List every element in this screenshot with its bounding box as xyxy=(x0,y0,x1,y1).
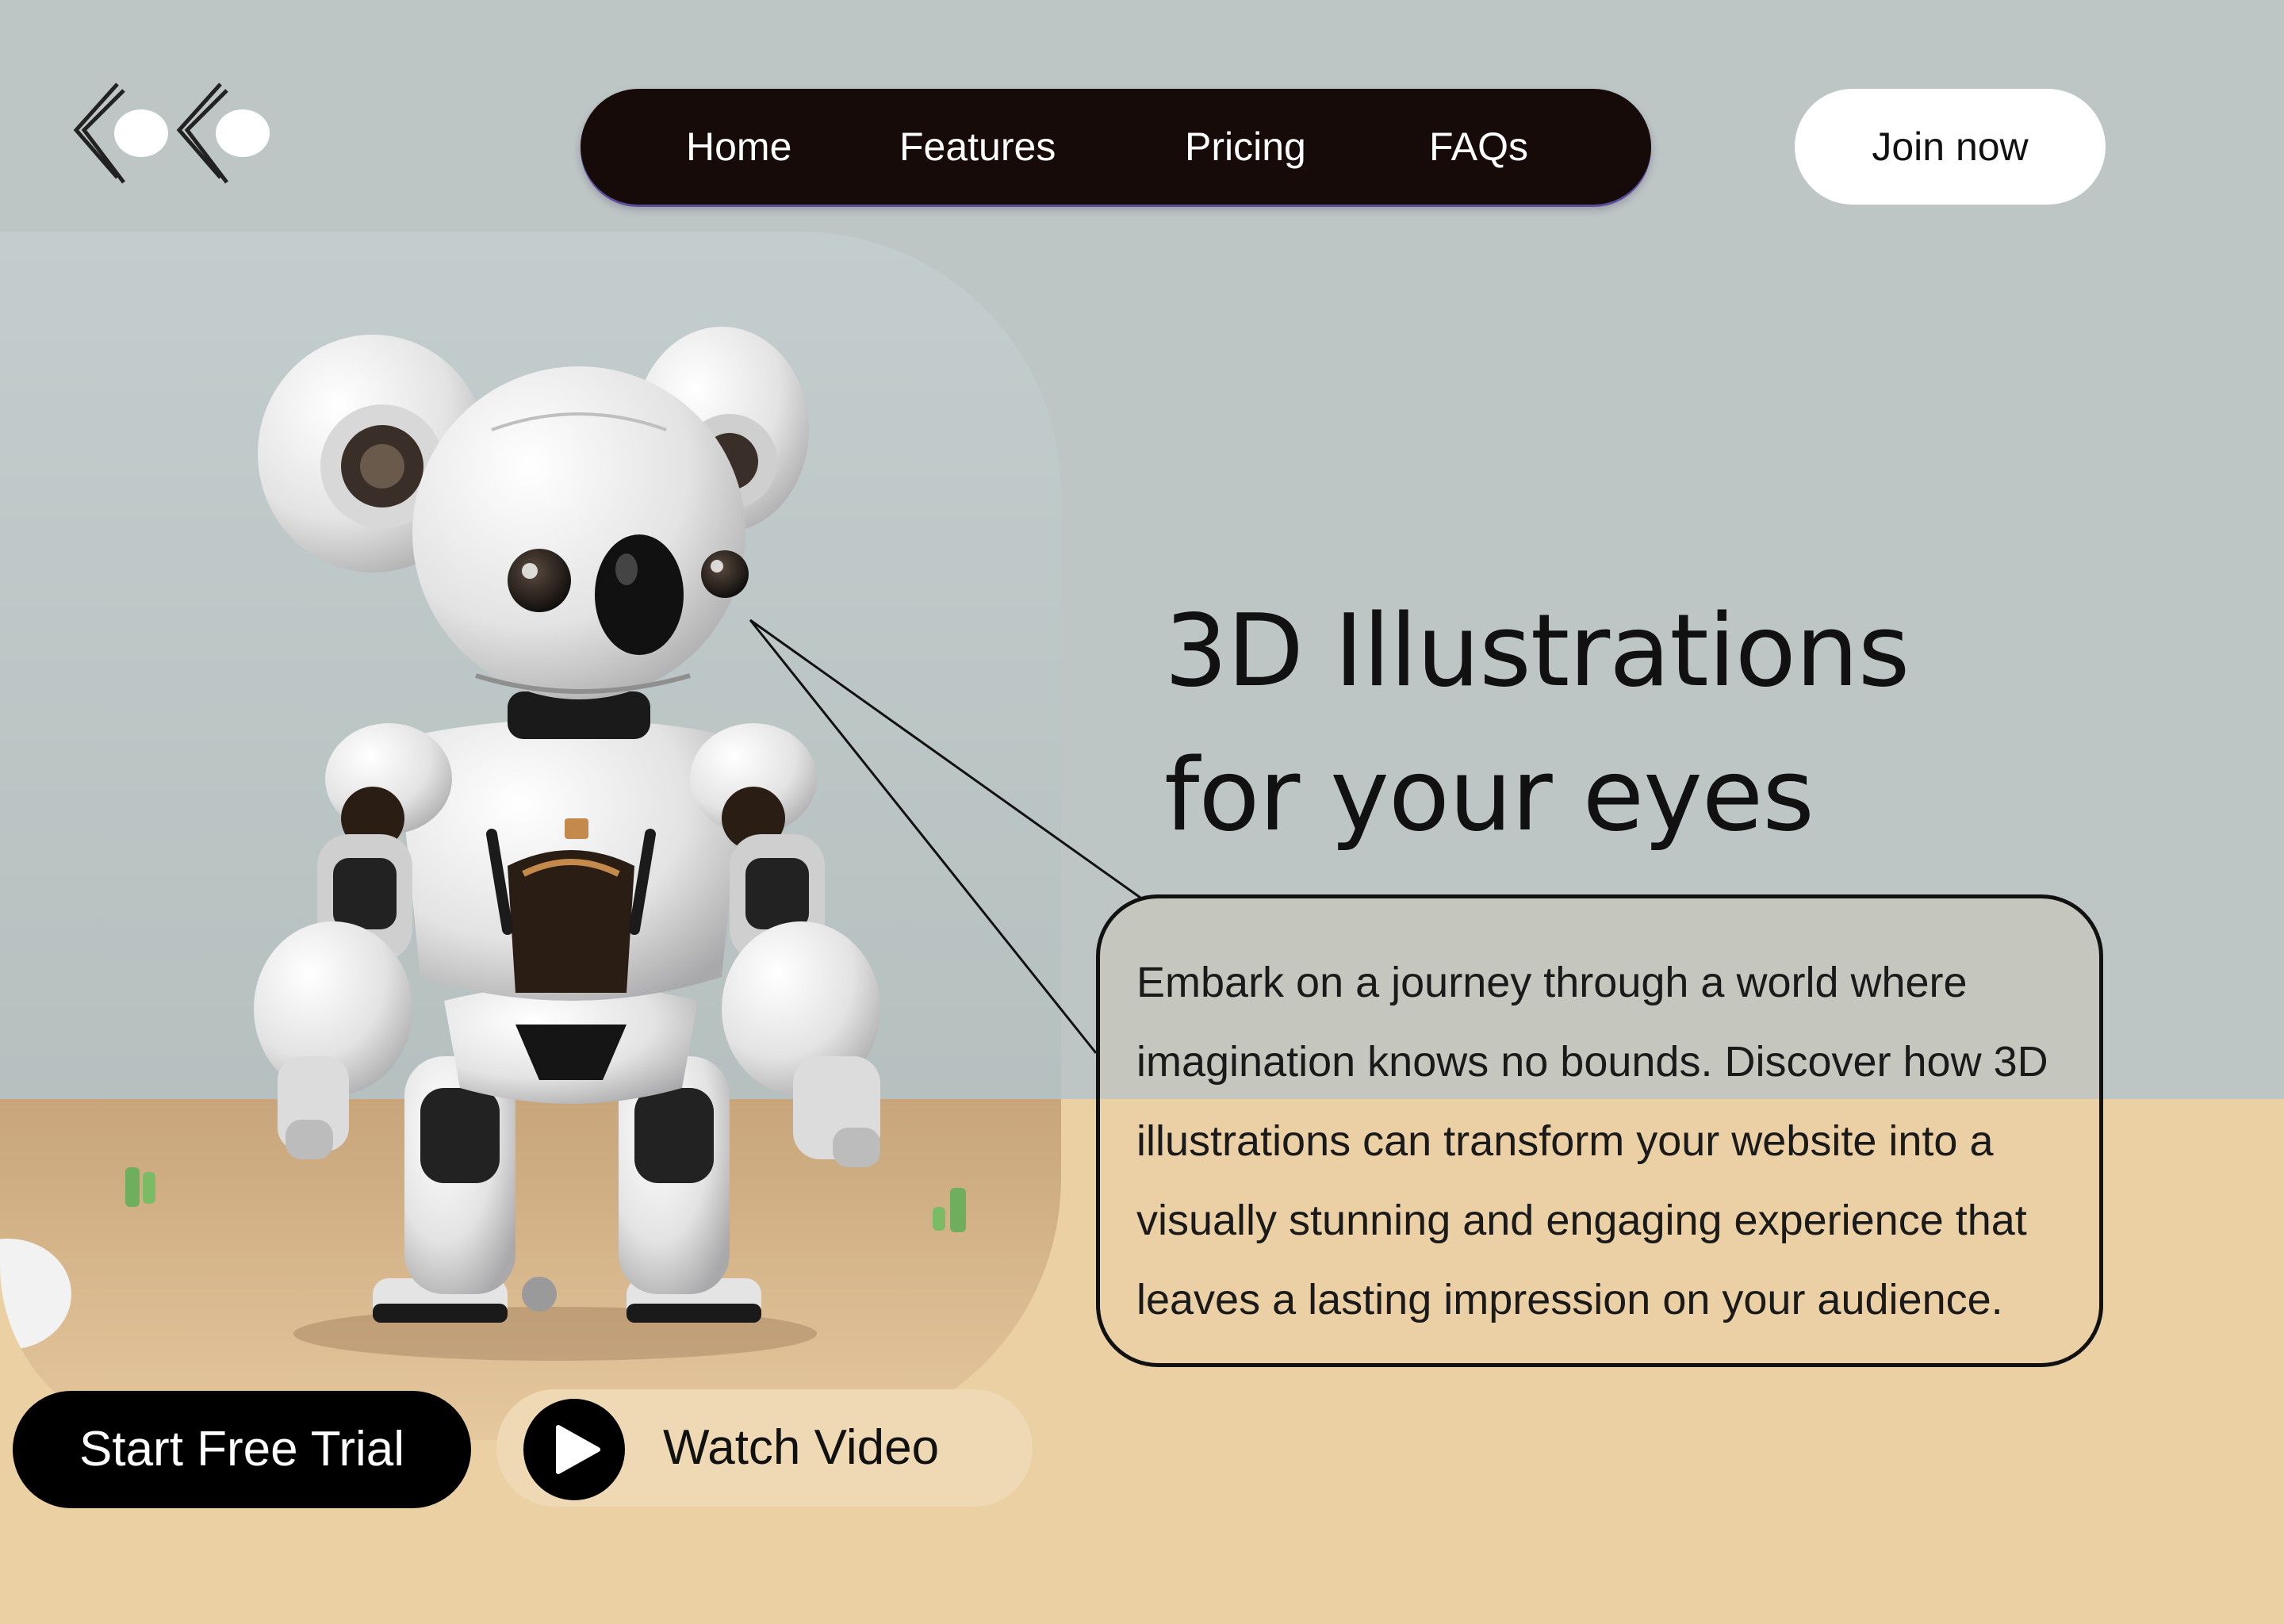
main-nav: Home Features Pricing FAQs xyxy=(581,89,1651,205)
watch-video-label: Watch Video xyxy=(663,1420,940,1475)
headline-line-1: 3D Illustrations xyxy=(1164,592,1910,709)
nav-item-faqs[interactable]: FAQs xyxy=(1429,89,1528,205)
play-icon[interactable] xyxy=(523,1399,625,1500)
hero-headline: 3D Illustrations for your eyes xyxy=(1164,579,2195,868)
landing-page: Home Features Pricing FAQs Join now 3D I… xyxy=(0,0,2284,1624)
robot-koala-illustration-icon xyxy=(0,232,1061,1440)
watch-video-button[interactable]: Watch Video xyxy=(496,1389,1033,1507)
hero-illustration-card xyxy=(0,232,1061,1440)
nav-item-features[interactable]: Features xyxy=(899,89,1056,205)
description-box: Embark on a journey through a world wher… xyxy=(1096,894,2103,1367)
nav-item-home[interactable]: Home xyxy=(686,89,791,205)
nav-item-pricing[interactable]: Pricing xyxy=(1185,89,1306,205)
headline-line-2: for your eyes xyxy=(1164,737,1815,853)
start-free-trial-button[interactable]: Start Free Trial xyxy=(13,1391,471,1508)
hero-description: Embark on a journey through a world wher… xyxy=(1136,959,2048,1323)
double-chevron-logo-icon[interactable] xyxy=(70,79,284,190)
join-now-button[interactable]: Join now xyxy=(1795,89,2106,205)
